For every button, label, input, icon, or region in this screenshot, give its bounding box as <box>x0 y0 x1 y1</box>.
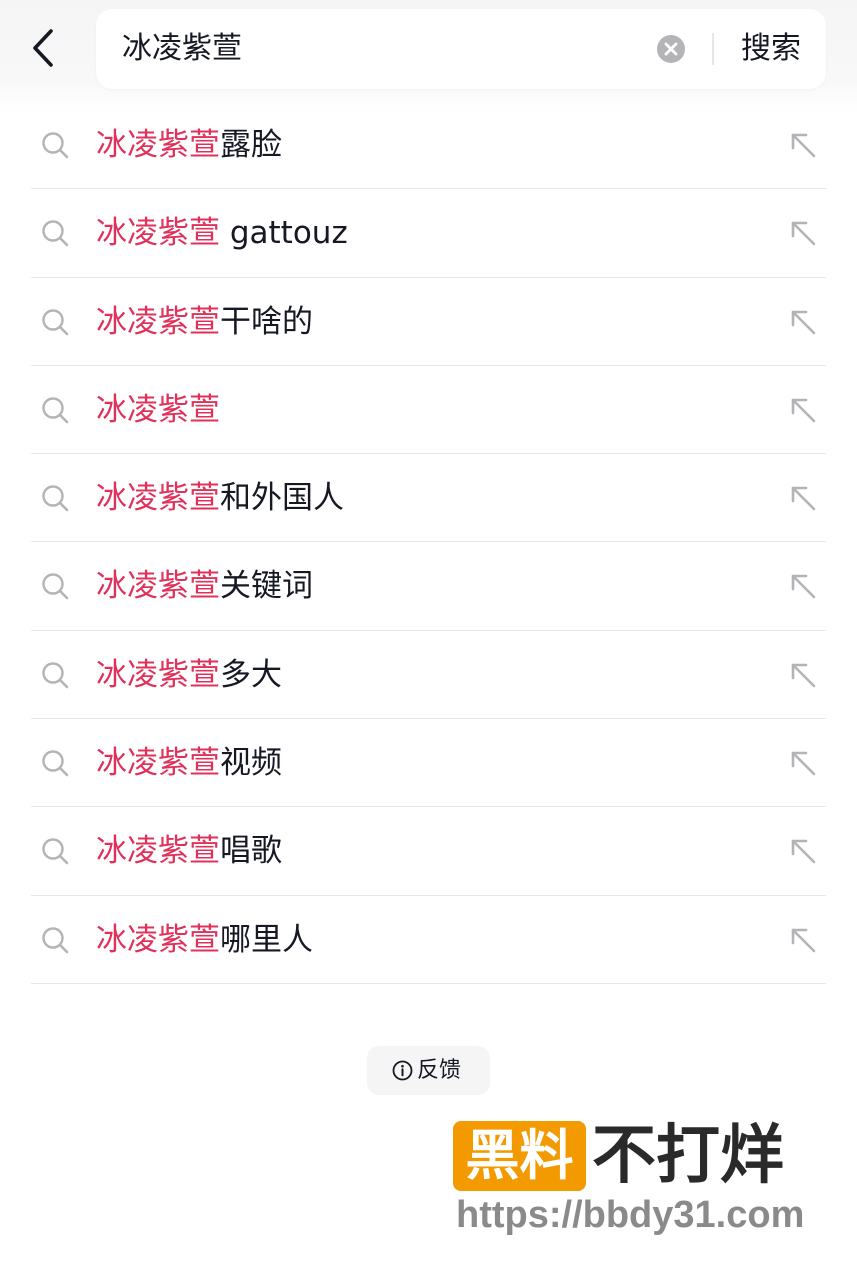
suggestion-item[interactable]: 冰凌紫萱 gattouz <box>0 189 857 278</box>
suggestion-text: 冰凌紫萱露脸 <box>96 101 282 189</box>
clear-button[interactable] <box>656 34 686 64</box>
info-icon <box>392 1060 413 1081</box>
suggestion-rest: 关键词 <box>220 568 313 605</box>
arrow-up-left-icon[interactable] <box>787 659 819 691</box>
suggestion-text: 冰凌紫萱多大 <box>96 631 282 719</box>
search-divider <box>712 33 714 65</box>
suggestion-item[interactable]: 冰凌紫萱和外国人 <box>0 454 857 543</box>
suggestion-highlight: 冰凌紫萱 <box>96 303 220 340</box>
arrow-up-left-icon[interactable] <box>787 835 819 867</box>
feedback-label: 反馈 <box>417 1058 462 1083</box>
suggestion-rest: 视频 <box>220 745 282 782</box>
suggestion-item[interactable]: 冰凌紫萱露脸 <box>0 101 857 190</box>
suggestion-item[interactable]: 冰凌紫萱唱歌 <box>0 807 857 896</box>
suggestion-rest: 哪里人 <box>220 921 313 958</box>
arrow-up-left-icon[interactable] <box>787 394 819 426</box>
suggestion-item[interactable]: 冰凌紫萱视频 <box>0 719 857 808</box>
suggestion-text: 冰凌紫萱关键词 <box>96 542 313 630</box>
search-input[interactable]: 冰凌紫萱 <box>122 9 642 89</box>
suggestion-highlight: 冰凌紫萱 <box>96 745 220 782</box>
suggestion-item[interactable]: 冰凌紫萱 <box>0 366 857 455</box>
suggestion-highlight: 冰凌紫萱 <box>96 921 220 958</box>
suggestion-rest: 唱歌 <box>220 833 282 870</box>
watermark-text: 不打烊 <box>592 1119 784 1193</box>
suggestion-rest: 多大 <box>220 656 282 693</box>
top-bar: 冰凌紫萱 搜索 <box>0 0 857 112</box>
suggestion-text: 冰凌紫萱 <box>96 366 220 454</box>
suggestion-rest: 干啥的 <box>220 303 313 340</box>
search-icon <box>42 132 69 159</box>
suggestion-list: 冰凌紫萱露脸 冰凌紫萱 gattouz 冰凌紫萱干啥的 冰凌紫萱 冰凌紫萱和外国人 冰凌紫… <box>0 101 857 985</box>
suggestion-highlight: 冰凌紫萱 <box>96 568 220 605</box>
arrow-up-left-icon[interactable] <box>787 129 819 161</box>
search-icon <box>42 220 69 247</box>
suggestion-highlight: 冰凌紫萱 <box>96 656 220 693</box>
watermark-url: https://bbdy31.com <box>456 1194 805 1236</box>
suggestion-item[interactable]: 冰凌紫萱哪里人 <box>0 896 857 985</box>
search-icon <box>42 308 69 335</box>
suggestion-highlight: 冰凌紫萱 <box>96 127 220 163</box>
suggestion-text: 冰凌紫萱视频 <box>96 719 282 807</box>
suggestion-text: 冰凌紫萱哪里人 <box>96 896 313 984</box>
search-icon <box>42 838 69 865</box>
suggestion-highlight: 冰凌紫萱 <box>96 833 220 870</box>
feedback-button[interactable]: 反馈 <box>367 1046 490 1095</box>
back-button[interactable] <box>26 26 66 70</box>
arrow-up-left-icon[interactable] <box>787 217 819 249</box>
suggestion-text: 冰凌紫萱和外国人 <box>96 454 344 542</box>
arrow-up-left-icon[interactable] <box>787 482 819 514</box>
search-icon <box>42 662 69 689</box>
suggestion-highlight: 冰凌紫萱 <box>96 391 220 428</box>
suggestion-rest: gattouz <box>220 215 348 252</box>
suggestion-highlight: 冰凌紫萱 <box>96 215 220 252</box>
clear-circle-icon <box>657 35 685 63</box>
suggestion-highlight: 冰凌紫萱 <box>96 480 220 517</box>
suggestion-text: 冰凌紫萱干啥的 <box>96 278 313 366</box>
arrow-up-left-icon[interactable] <box>787 924 819 956</box>
arrow-up-left-icon[interactable] <box>787 570 819 602</box>
search-icon <box>42 485 69 512</box>
search-icon <box>42 397 69 424</box>
suggestion-text: 冰凌紫萱 gattouz <box>96 189 348 277</box>
search-box: 冰凌紫萱 搜索 <box>96 9 826 89</box>
watermark-logo-box: 黑料 <box>453 1121 586 1191</box>
chevron-left-icon <box>33 29 53 67</box>
search-button[interactable]: 搜索 <box>726 9 816 89</box>
search-icon <box>42 573 69 600</box>
suggestion-rest: 和外国人 <box>220 480 344 517</box>
suggestion-rest: 露脸 <box>220 127 282 163</box>
arrow-up-left-icon[interactable] <box>787 306 819 338</box>
search-icon <box>42 750 69 777</box>
arrow-up-left-icon[interactable] <box>787 747 819 779</box>
search-icon <box>42 926 69 953</box>
suggestion-item[interactable]: 冰凌紫萱关键词 <box>0 542 857 632</box>
suggestion-item[interactable]: 冰凌紫萱多大 <box>0 631 857 720</box>
suggestion-item[interactable]: 冰凌紫萱干啥的 <box>0 278 857 367</box>
suggestion-text: 冰凌紫萱唱歌 <box>96 807 282 895</box>
